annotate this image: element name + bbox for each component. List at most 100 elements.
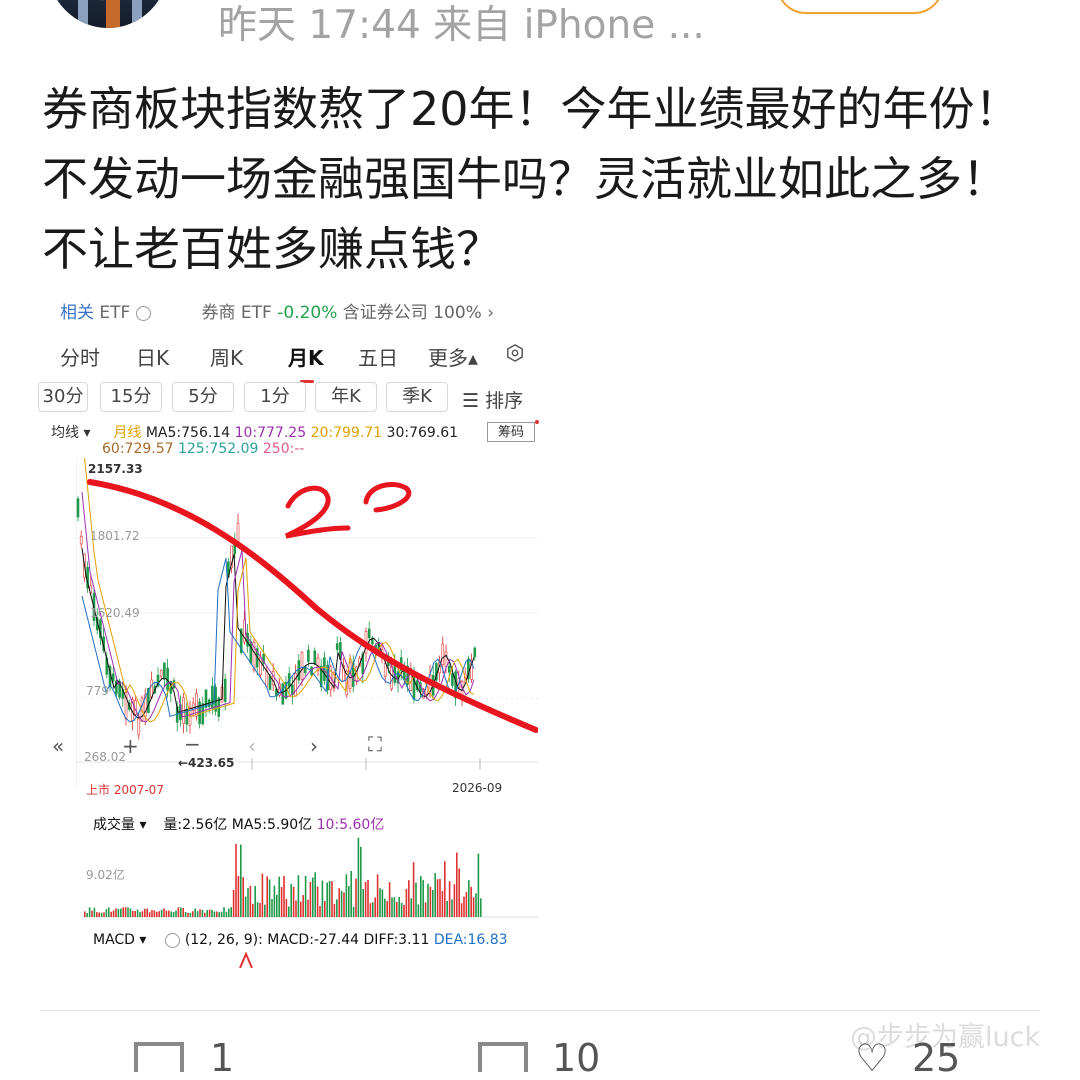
tab-yuek[interactable]: 月K [288, 342, 324, 383]
tab-wuri[interactable]: 五日 [358, 342, 398, 371]
zoom-in-icon[interactable]: + [122, 734, 139, 758]
volume-bar [451, 899, 453, 917]
tab-fenshi[interactable]: 分时 [60, 342, 100, 371]
volume-bar [86, 912, 88, 917]
volume-bar [446, 900, 448, 917]
volume-bar [129, 908, 132, 917]
volume-bar [448, 881, 451, 917]
like-icon[interactable]: ♡ [855, 1036, 889, 1080]
volume-bar [285, 898, 288, 917]
volume-bar [98, 912, 100, 917]
ma-mode-select[interactable]: 均线 ▾ [51, 425, 90, 441]
chip-5min[interactable]: 5分 [172, 382, 234, 412]
volume-bar [204, 912, 206, 917]
settings-icon[interactable] [506, 344, 524, 362]
chip-quarter[interactable]: 季K [386, 382, 448, 412]
volume-bar [456, 852, 458, 917]
volume-bar [391, 897, 393, 917]
volume-bar [165, 910, 168, 917]
ma125-value: 125:752.09 [177, 441, 259, 457]
volume-bar [151, 909, 153, 917]
volume-bar [319, 905, 321, 917]
volume-bar [136, 909, 139, 917]
volume-bar [223, 907, 225, 917]
volume-bar [218, 912, 220, 917]
info-icon [135, 305, 151, 321]
zoom-out-icon[interactable]: − [184, 732, 201, 756]
volume-bar [463, 896, 465, 917]
help-icon[interactable] [165, 932, 181, 948]
period-tabs: 分时 日K 周K 月K 五日 更多▴ [38, 342, 548, 383]
volume-bar [122, 907, 124, 917]
volume-bar [343, 892, 345, 917]
kline-chart[interactable] [76, 458, 538, 788]
chip-year[interactable]: 年K [315, 382, 377, 412]
volume-bar [439, 879, 441, 917]
candle-body [313, 650, 317, 665]
repost-icon[interactable] [134, 1042, 184, 1072]
macd-diff: DIFF:3.11 [363, 932, 430, 948]
chip-30min[interactable]: 30分 [38, 382, 88, 412]
volume-bar [280, 886, 283, 917]
candle-body [447, 665, 451, 673]
chip-15min[interactable]: 15分 [100, 382, 162, 412]
comment-icon[interactable] [478, 1042, 528, 1072]
pan-left-icon[interactable]: ‹ [248, 734, 256, 758]
like-count[interactable]: 25 [912, 1036, 960, 1080]
volume-bar [194, 908, 196, 917]
volume-bar [148, 912, 151, 917]
price-axis-label: 268.02 [84, 750, 126, 764]
volume-bar [117, 908, 120, 917]
sort-button[interactable]: ☰ 排序 [462, 386, 523, 413]
volume-bar [405, 889, 408, 917]
volume-bar [177, 907, 180, 917]
candle-body [111, 673, 115, 682]
attached-image[interactable]: 相关 ETF 券商 ETF -0.20% 含证券公司 100% › 分时 日K … [38, 292, 548, 968]
volume-bar [112, 910, 115, 917]
avatar[interactable] [48, 0, 168, 28]
avatar-building [132, 0, 142, 28]
tab-zhouk[interactable]: 周K [210, 342, 243, 371]
rewind-icon[interactable]: « [52, 734, 64, 758]
volume-bar [326, 882, 328, 917]
chip-1min[interactable]: 1分 [244, 382, 306, 412]
volume-bar [429, 886, 432, 917]
fullscreen-icon[interactable]: ⛶ [368, 732, 382, 756]
volume-bar [434, 873, 436, 917]
volume-bar [146, 908, 148, 917]
volume-bar [432, 890, 434, 917]
comment-count[interactable]: 10 [552, 1036, 600, 1080]
volume-bar [388, 882, 391, 917]
candle-body [335, 643, 339, 650]
volume-bar [232, 889, 235, 917]
candle-body [268, 675, 272, 691]
volume-bar [350, 870, 352, 917]
volume-bar [422, 880, 424, 917]
volume-bar [417, 904, 420, 917]
ma-line-label: 月线 [113, 425, 142, 441]
chips-distribution-button[interactable]: 筹码 [487, 422, 535, 442]
repost-count[interactable]: 1 [210, 1036, 234, 1080]
macd-select[interactable]: MACD ▾ [93, 932, 146, 948]
volume-bar [300, 901, 302, 917]
volume-bar [345, 874, 348, 917]
volume-bar [278, 876, 280, 917]
volume-bar [115, 908, 117, 917]
volume-bar [93, 907, 96, 917]
volume-bar [252, 903, 254, 917]
chevron-right-icon: › [487, 303, 495, 323]
tab-more[interactable]: 更多▴ [428, 342, 478, 371]
follow-button[interactable] [776, 0, 944, 14]
candle-body [223, 678, 227, 702]
volume-chart[interactable] [82, 828, 538, 918]
volume-bar [364, 882, 367, 917]
volume-bar [132, 910, 134, 917]
volume-bar [206, 910, 208, 917]
volume-bar [261, 873, 264, 917]
pan-right-icon[interactable]: › [310, 734, 318, 758]
volume-bar [108, 907, 110, 917]
candle-body [236, 522, 240, 544]
post-meta: 昨天 17:44 来自 iPhone ... [218, 3, 705, 48]
tab-rik[interactable]: 日K [136, 342, 169, 371]
volume-bar [470, 886, 472, 917]
